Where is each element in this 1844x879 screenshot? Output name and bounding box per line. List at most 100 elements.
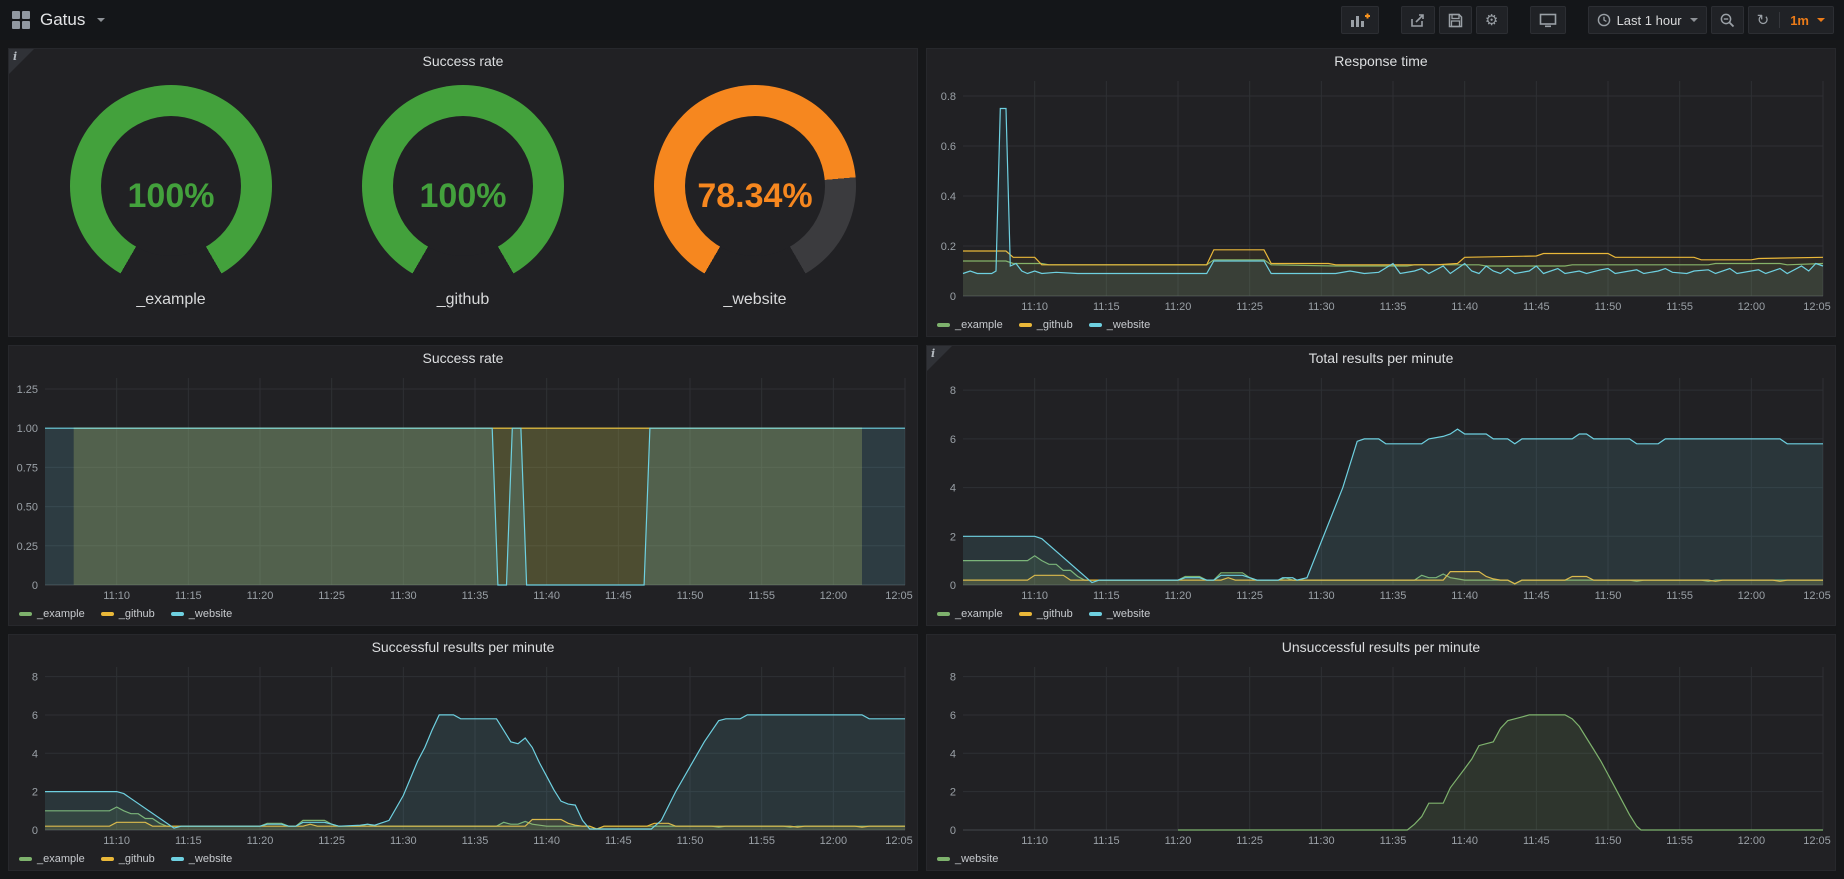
svg-text:0: 0 [950, 580, 956, 592]
legend-swatch [937, 612, 950, 616]
gauge-row: 100%_example100%_github78.34%_website [9, 73, 917, 336]
chart-svg: 0246811:1011:1511:2011:2511:3011:3511:40… [927, 659, 1835, 850]
panel-total-results: i Total results per minute 0246811:1011:… [926, 345, 1836, 626]
refresh-icon: ↻ [1757, 13, 1770, 28]
legend-swatch [101, 857, 114, 861]
chart-legend: _example _github _website [927, 605, 1835, 625]
legend-item-_example[interactable]: _example [19, 853, 85, 865]
svg-text:11:55: 11:55 [748, 590, 775, 602]
time-range-label: Last 1 hour [1617, 13, 1682, 28]
legend-item-_example[interactable]: _example [937, 608, 1003, 620]
panel-title[interactable]: Successful results per minute [9, 635, 917, 659]
chart-svg: 00.20.40.60.811:1011:1511:2011:2511:3011… [927, 73, 1835, 316]
svg-text:11:50: 11:50 [1595, 835, 1622, 847]
legend-label: _website [1107, 608, 1150, 620]
legend-item-_github[interactable]: _github [1019, 608, 1073, 620]
total-results-chart[interactable]: 0246811:1011:1511:2011:2511:3011:3511:40… [927, 370, 1835, 605]
save-button[interactable] [1439, 6, 1472, 34]
svg-text:12:05: 12:05 [1803, 590, 1831, 602]
chevron-down-icon [1817, 18, 1825, 22]
svg-text:11:25: 11:25 [1236, 835, 1263, 847]
svg-text:11:50: 11:50 [1595, 301, 1622, 313]
dashboard-title[interactable]: Gatus [40, 10, 85, 30]
dashboard-grid: i Success rate 100%_example100%_github78… [0, 40, 1844, 879]
legend-item-_github[interactable]: _github [101, 608, 155, 620]
svg-text:11:25: 11:25 [318, 590, 345, 602]
legend-swatch [171, 612, 184, 616]
svg-text:12:00: 12:00 [1738, 301, 1766, 313]
panel-title[interactable]: Success rate [9, 346, 917, 370]
chart-svg: 0246811:1011:1511:2011:2511:3011:3511:40… [9, 659, 917, 850]
divider [1779, 12, 1780, 28]
svg-text:6: 6 [32, 710, 38, 722]
svg-text:11:30: 11:30 [390, 835, 417, 847]
add-panel-button[interactable] [1341, 6, 1379, 34]
chart-legend: _example _github _website [9, 605, 917, 625]
legend-item-_website[interactable]: _website [937, 853, 998, 865]
panel-title[interactable]: Response time [927, 49, 1835, 73]
panel-title[interactable]: Total results per minute [927, 346, 1835, 370]
svg-text:2: 2 [950, 787, 956, 799]
legend-item-_github[interactable]: _github [1019, 319, 1073, 331]
cycle-view-button[interactable] [1530, 6, 1566, 34]
svg-text:0: 0 [950, 825, 956, 837]
svg-text:11:10: 11:10 [103, 835, 130, 847]
legend-swatch [101, 612, 114, 616]
legend-label: _example [955, 608, 1003, 620]
legend-label: _example [955, 319, 1003, 331]
svg-text:12:00: 12:00 [1738, 835, 1766, 847]
svg-text:8: 8 [32, 672, 38, 684]
svg-text:11:10: 11:10 [103, 590, 130, 602]
svg-text:11:20: 11:20 [1165, 301, 1192, 313]
panel-title[interactable]: Unsuccessful results per minute [927, 635, 1835, 659]
svg-text:11:20: 11:20 [247, 590, 274, 602]
svg-text:11:30: 11:30 [390, 590, 417, 602]
chevron-down-icon[interactable] [97, 18, 105, 22]
gauge-label: _example [41, 291, 301, 309]
gear-icon: ⚙ [1485, 13, 1498, 28]
zoom-out-button[interactable] [1711, 6, 1744, 34]
legend-swatch [1019, 323, 1032, 327]
gauge-label: _website [625, 291, 885, 309]
legend-item-_website[interactable]: _website [1089, 608, 1150, 620]
chart-legend: _example _github _website [9, 850, 917, 870]
svg-text:0.6: 0.6 [941, 141, 956, 153]
successful-results-chart[interactable]: 0246811:1011:1511:2011:2511:3011:3511:40… [9, 659, 917, 850]
legend-item-_example[interactable]: _example [937, 319, 1003, 331]
svg-text:0.4: 0.4 [941, 191, 956, 203]
unsuccessful-results-chart[interactable]: 0246811:1011:1511:2011:2511:3011:3511:40… [927, 659, 1835, 850]
svg-text:11:35: 11:35 [1380, 301, 1407, 313]
success-rate-chart[interactable]: 00.250.500.751.001.2511:1011:1511:2011:2… [9, 370, 917, 605]
svg-text:11:15: 11:15 [175, 590, 202, 602]
svg-text:11:25: 11:25 [318, 835, 345, 847]
legend-item-_website[interactable]: _website [171, 608, 232, 620]
svg-text:2: 2 [32, 787, 38, 799]
legend-item-_github[interactable]: _github [101, 853, 155, 865]
legend-label: _website [189, 853, 232, 865]
svg-text:11:40: 11:40 [533, 590, 560, 602]
svg-text:0: 0 [950, 291, 956, 303]
time-range-picker[interactable]: Last 1 hour [1588, 6, 1707, 34]
legend-swatch [19, 612, 32, 616]
legend-item-_website[interactable]: _website [1089, 319, 1150, 331]
refresh-picker[interactable]: ↻ 1m [1748, 6, 1834, 34]
legend-item-_example[interactable]: _example [19, 608, 85, 620]
info-icon[interactable]: i [9, 49, 34, 74]
svg-text:2: 2 [950, 531, 956, 543]
chart-legend: _example _github _website [927, 316, 1835, 336]
svg-text:12:00: 12:00 [820, 835, 848, 847]
legend-label: _github [1037, 319, 1073, 331]
settings-button[interactable]: ⚙ [1476, 6, 1508, 34]
legend-swatch [1089, 612, 1102, 616]
response-time-chart[interactable]: 00.20.40.60.811:1011:1511:2011:2511:3011… [927, 73, 1835, 316]
panel-title[interactable]: Success rate [9, 49, 917, 73]
gauge-value: 100% [70, 177, 272, 216]
legend-label: _example [37, 853, 85, 865]
panel-success-rate-timeseries: Success rate 00.250.500.751.001.2511:101… [8, 345, 918, 626]
info-icon[interactable]: i [927, 346, 952, 371]
dashboards-grid-icon[interactable] [12, 11, 30, 29]
legend-item-_website[interactable]: _website [171, 853, 232, 865]
svg-text:11:55: 11:55 [1666, 590, 1693, 602]
share-button[interactable] [1401, 6, 1435, 34]
svg-text:11:20: 11:20 [1165, 835, 1192, 847]
